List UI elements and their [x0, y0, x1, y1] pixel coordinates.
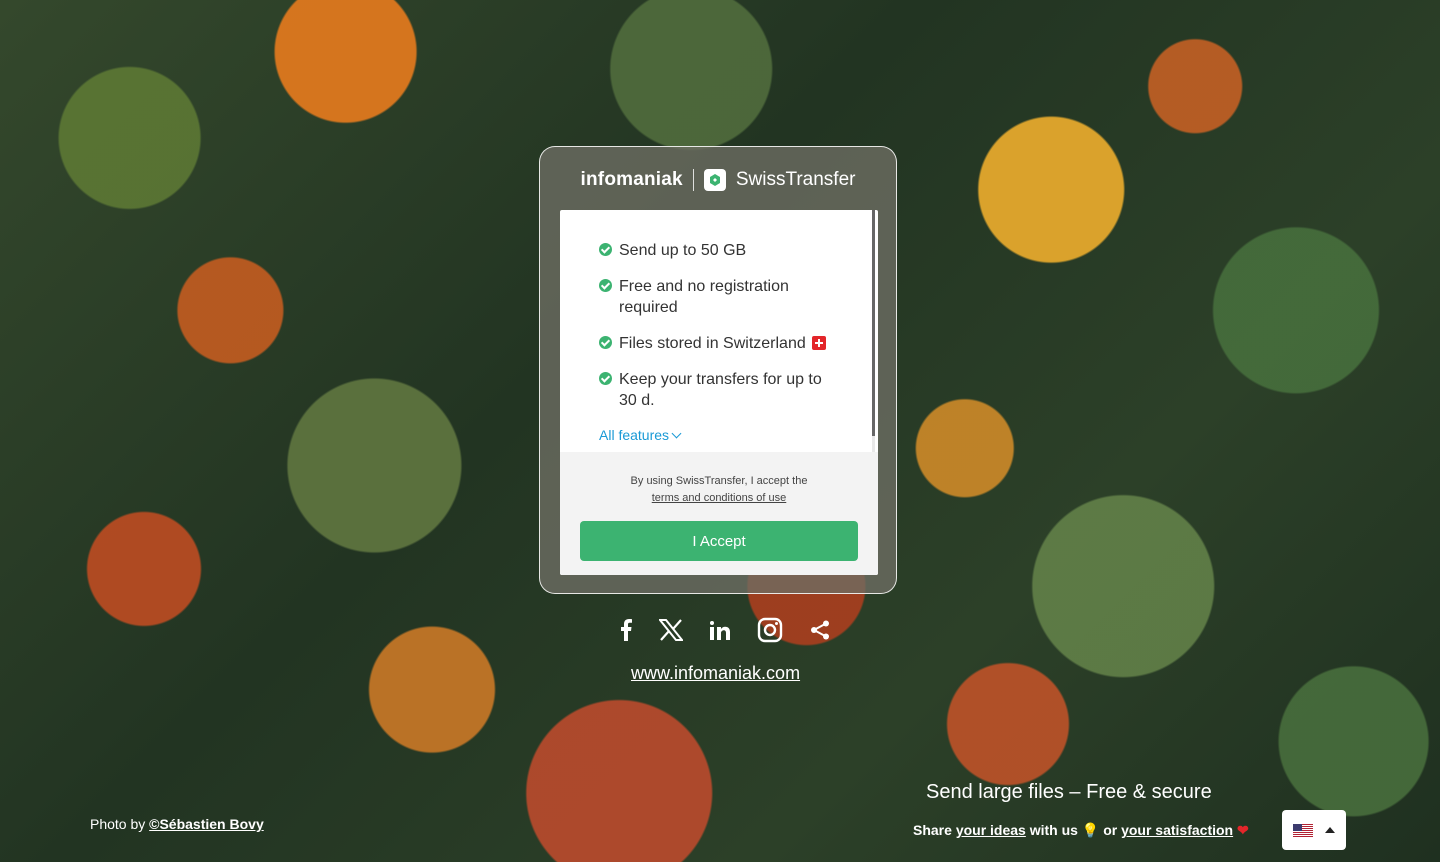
brand-header: infomaniak SwissTransfer [540, 167, 896, 193]
instagram-icon[interactable] [757, 614, 783, 646]
feature-text: Send up to 50 GB [619, 242, 747, 259]
social-links [620, 614, 830, 646]
all-features-label: All features [599, 427, 670, 443]
photo-credit-prefix: Photo by [90, 816, 146, 832]
terms-text: By using SwissTransfer, I accept the [630, 475, 808, 487]
us-flag-icon [1293, 823, 1313, 837]
welcome-modal: infomaniak SwissTransfer Send up to 50 G… [539, 146, 897, 594]
x-icon[interactable] [659, 614, 683, 646]
heart-icon: ❤ [1237, 822, 1249, 838]
feedback-line: Share your ideas with us 💡 or your satis… [913, 822, 1249, 839]
linkedin-icon[interactable] [710, 614, 730, 646]
check-icon [599, 279, 612, 292]
swisstransfer-logo-icon [703, 169, 726, 191]
terms-notice: By using SwissTransfer, I accept the ter… [560, 473, 878, 507]
swiss-flag-icon [811, 336, 826, 350]
feature-item: Send up to 50 GB [599, 240, 875, 261]
feature-item: Free and no registration required [599, 276, 875, 318]
caret-up-icon [1325, 827, 1335, 833]
features-scrollbar[interactable] [872, 210, 875, 452]
photo-credit: Photo by ©Sébastien Bovy [90, 816, 264, 832]
swisstransfer-name: SwissTransfer [735, 169, 856, 190]
all-features-link[interactable]: All features [599, 427, 682, 443]
check-icon [599, 372, 612, 385]
features-list: Send up to 50 GB Free and no registratio… [560, 210, 875, 452]
share-middle: with us [1029, 822, 1078, 838]
feature-item: Files stored in Switzerland [599, 333, 875, 354]
chevron-down-icon [671, 428, 682, 439]
accept-button[interactable]: I Accept [580, 521, 858, 561]
infomaniak-site-link[interactable]: www.infomaniak.com [631, 663, 800, 684]
terms-link[interactable]: terms and conditions of use [652, 492, 787, 504]
language-selector[interactable] [1282, 810, 1346, 850]
feature-text: Keep your transfers for up to 30 d. [619, 371, 822, 409]
facebook-icon[interactable] [620, 614, 632, 646]
share-or: or [1103, 822, 1118, 838]
check-icon [599, 243, 612, 256]
satisfaction-link[interactable]: your satisfaction [1121, 822, 1233, 838]
scrollbar-thumb[interactable] [872, 210, 875, 436]
brand-divider [692, 169, 694, 191]
feature-item: Keep your transfers for up to 30 d. [599, 369, 875, 411]
check-icon [599, 336, 612, 349]
accept-zone: By using SwissTransfer, I accept the ter… [560, 452, 878, 575]
features-card: Send up to 50 GB Free and no registratio… [560, 210, 878, 575]
lightbulb-icon: 💡 [1081, 822, 1100, 838]
infomaniak-logo: infomaniak [580, 169, 683, 190]
feature-text: Free and no registration required [619, 278, 789, 316]
ideas-link[interactable]: your ideas [956, 822, 1026, 838]
tagline: Send large files – Free & secure [926, 781, 1212, 803]
share-prefix: Share [913, 822, 952, 838]
share-icon[interactable] [810, 614, 830, 646]
photo-author-link[interactable]: ©Sébastien Bovy [149, 816, 264, 832]
feature-text: Files stored in Switzerland [619, 335, 806, 352]
